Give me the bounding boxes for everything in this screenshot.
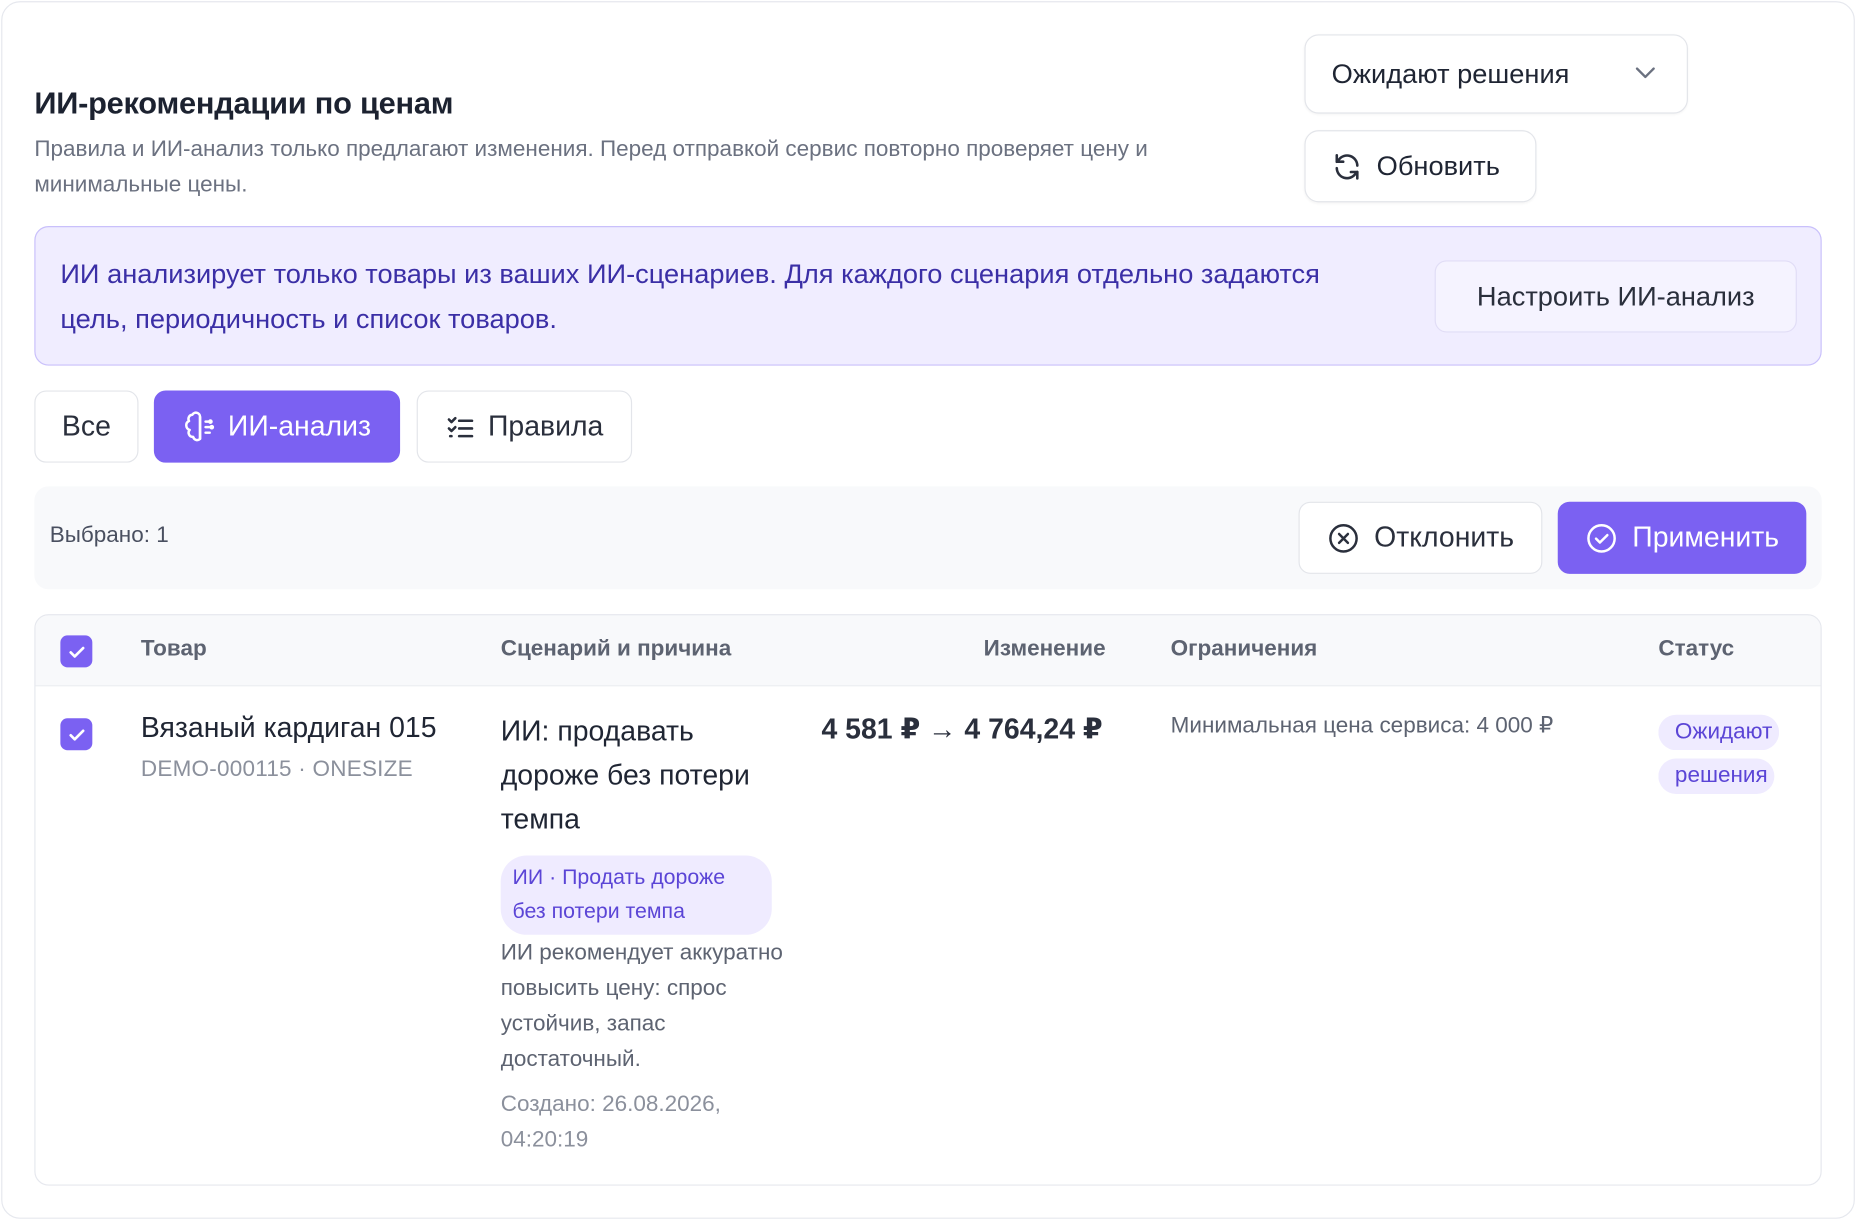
apply-button[interactable]: Применить [1557,501,1807,574]
price-limits: Минимальная цена сервиса: 4 000 ₽ [1170,713,1554,739]
price-change: 4 581 ₽ → 4 764,24 ₽ [821,713,1103,746]
table-header: Товар Сценарий и причина Изменение Огран… [35,615,1821,687]
tab-ai-analysis[interactable]: ИИ-анализ [153,390,401,463]
setup-ai-analysis-button[interactable]: Настроить ИИ-анализ [1434,260,1797,333]
scenario-reason: ИИ рекомендует аккуратно повысить цену: … [500,940,783,1073]
page-subtitle: Правила и ИИ-анализ только предлагают из… [34,137,1148,198]
product-sku: DEMO-000115 · ONESIZE [140,757,413,783]
check-circle-icon [1587,523,1616,553]
column-header-change[interactable]: Изменение [984,637,1106,663]
refresh-icon [1335,153,1359,180]
chevron-down-icon [1635,67,1655,79]
refresh-button[interactable]: Обновить [1304,130,1537,203]
tab-rules[interactable]: Правила [416,390,633,463]
column-header-status[interactable]: Статус [1658,637,1734,663]
status-badge-label: Ожидают решения [1658,714,1780,794]
column-header-product[interactable]: Товар [141,637,207,663]
ai-notice-banner: ИИ анализирует только товары из ваших ИИ… [34,226,1822,366]
column-header-limits[interactable]: Ограничения [1171,637,1318,663]
apply-label: Применить [1632,521,1780,554]
close-circle-icon [1329,523,1358,553]
select-all-checkbox[interactable] [60,635,93,668]
checkmark-icon [68,646,84,658]
checklist-icon [447,416,474,437]
reject-button[interactable]: Отклонить [1298,501,1543,574]
tab-rules-label: Правила [487,410,604,442]
refresh-label: Обновить [1376,150,1500,182]
bulk-action-bar: Выбрано: 1 Отклонить Применить [34,486,1822,590]
recommendations-table: Товар Сценарий и причина Изменение Огран… [34,614,1822,1186]
selected-count: Выбрано: 1 [49,523,169,548]
column-header-scenario[interactable]: Сценарий и причина [501,637,732,663]
created-timestamp: Создано: 26.08.2026, 04:20:19 [500,1092,721,1153]
product-name[interactable]: Вязаный кардиган 015 [141,712,437,745]
scenario-title: ИИ: продавать дороже без потери темпа [500,715,750,836]
brain-icon [184,410,214,441]
checkmark-icon [68,728,84,741]
tab-all-label: Все [61,410,111,442]
page-title: ИИ-рекомендации по ценам [34,85,454,121]
status-badge: Ожидают решения [1658,710,1794,798]
tab-ai-analysis-label: ИИ-анализ [227,410,371,442]
tab-all[interactable]: Все [34,390,139,463]
row-checkbox[interactable] [60,718,93,751]
status-filter-select[interactable]: Ожидают решения [1304,34,1688,114]
reject-label: Отклонить [1374,521,1515,554]
ai-notice-text: ИИ анализирует только товары из ваших ИИ… [60,257,1320,334]
scenario-tag: ИИ · Продать дороже без потери темпа [500,855,772,935]
status-filter-value: Ожидают решения [1331,57,1570,89]
